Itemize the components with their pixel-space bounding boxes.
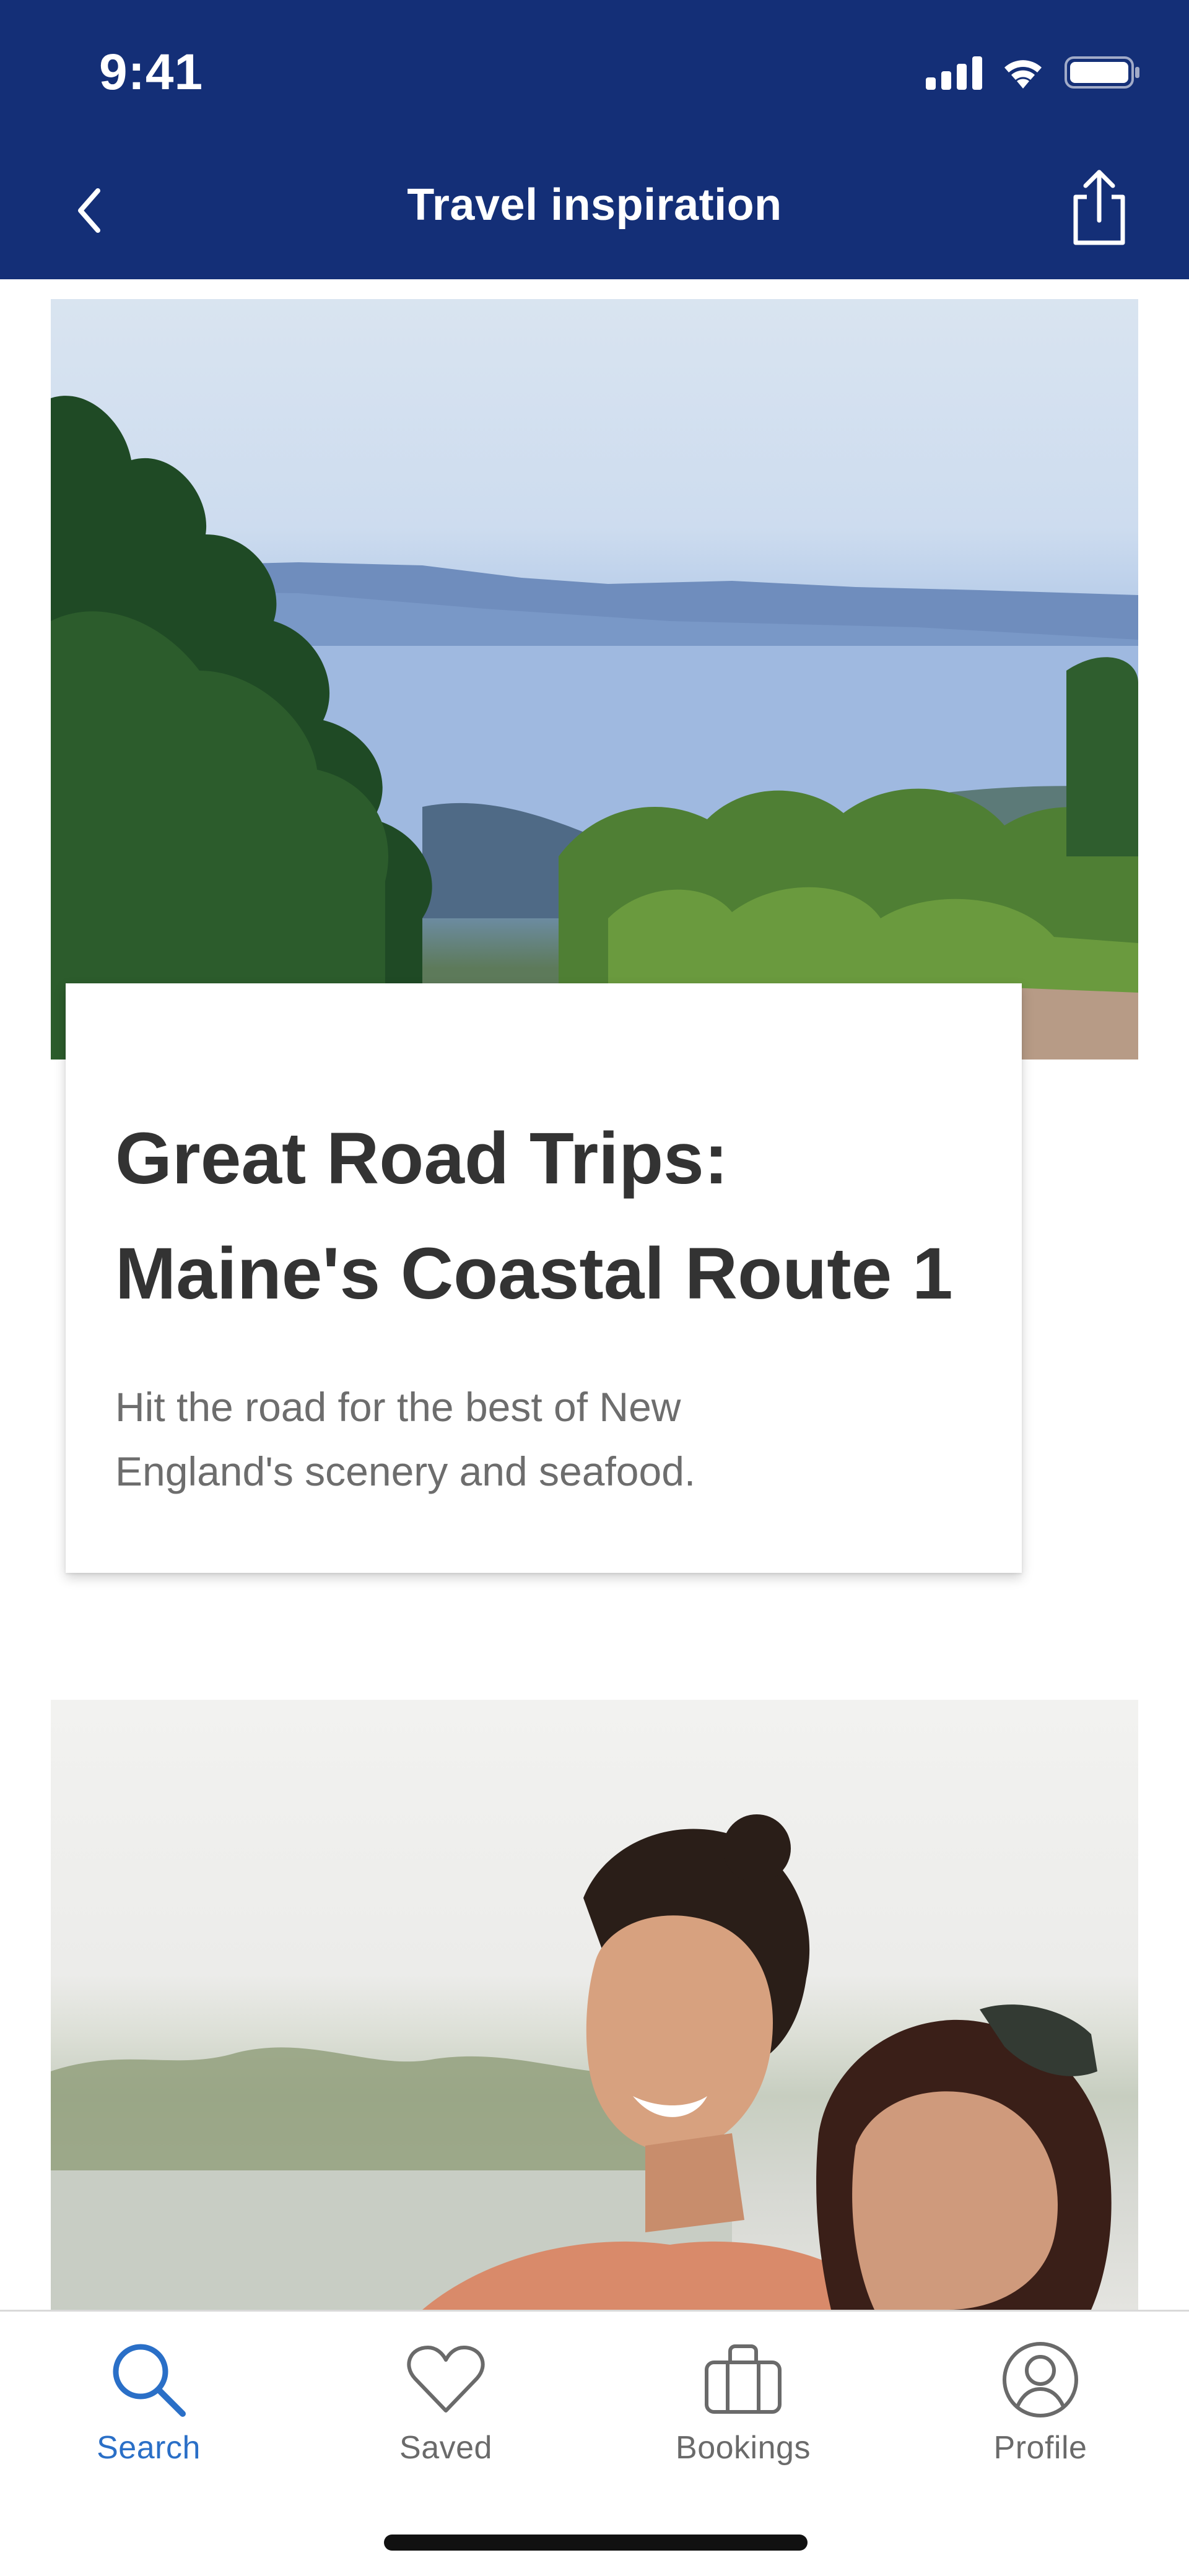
article-title: Great Road Trips: Maine's Coastal Route …: [115, 1101, 972, 1331]
article-image-coast[interactable]: [51, 299, 1138, 1060]
article-subtitle-line: Hit the road for the best of New: [115, 1384, 681, 1430]
cellular-signal-icon: [926, 55, 982, 90]
coastal-landscape-image: [51, 396, 1138, 1060]
share-button[interactable]: [1062, 164, 1136, 251]
tab-profile[interactable]: Profile: [929, 2336, 1152, 2485]
home-indicator: [384, 2535, 808, 2551]
wifi-icon: [1000, 55, 1047, 90]
article-title-line: Great Road Trips:: [115, 1118, 729, 1199]
battery-icon: [1064, 54, 1141, 90]
tab-label: Profile: [993, 2430, 1087, 2466]
search-icon: [37, 2336, 260, 2423]
app-header: 9:41 Travel inspiration: [0, 0, 1189, 279]
tab-label: Saved: [399, 2430, 492, 2466]
article-subtitle: Hit the road for the best of New England…: [115, 1375, 972, 1503]
profile-icon: [929, 2336, 1152, 2423]
heart-icon: [334, 2336, 557, 2423]
status-icons: [926, 51, 1141, 94]
tab-search[interactable]: Search: [37, 2336, 260, 2485]
article-subtitle-line: England's scenery and seafood.: [115, 1448, 696, 1494]
article-image-family[interactable]: [51, 1700, 1138, 2310]
page-title: Travel inspiration: [407, 180, 782, 230]
briefcase-icon: [632, 2336, 855, 2423]
share-icon: [1073, 170, 1125, 245]
tab-label: Bookings: [676, 2430, 811, 2466]
tab-saved[interactable]: Saved: [334, 2336, 557, 2485]
status-time: 9:41: [99, 44, 204, 100]
article-title-line: Maine's Coastal Route 1: [115, 1233, 953, 1315]
tab-bookings[interactable]: Bookings: [632, 2336, 855, 2485]
family-photo-image: [51, 1814, 1112, 2310]
article-card[interactable]: Great Road Trips: Maine's Coastal Route …: [66, 983, 1022, 1573]
tab-label: Search: [97, 2430, 201, 2466]
